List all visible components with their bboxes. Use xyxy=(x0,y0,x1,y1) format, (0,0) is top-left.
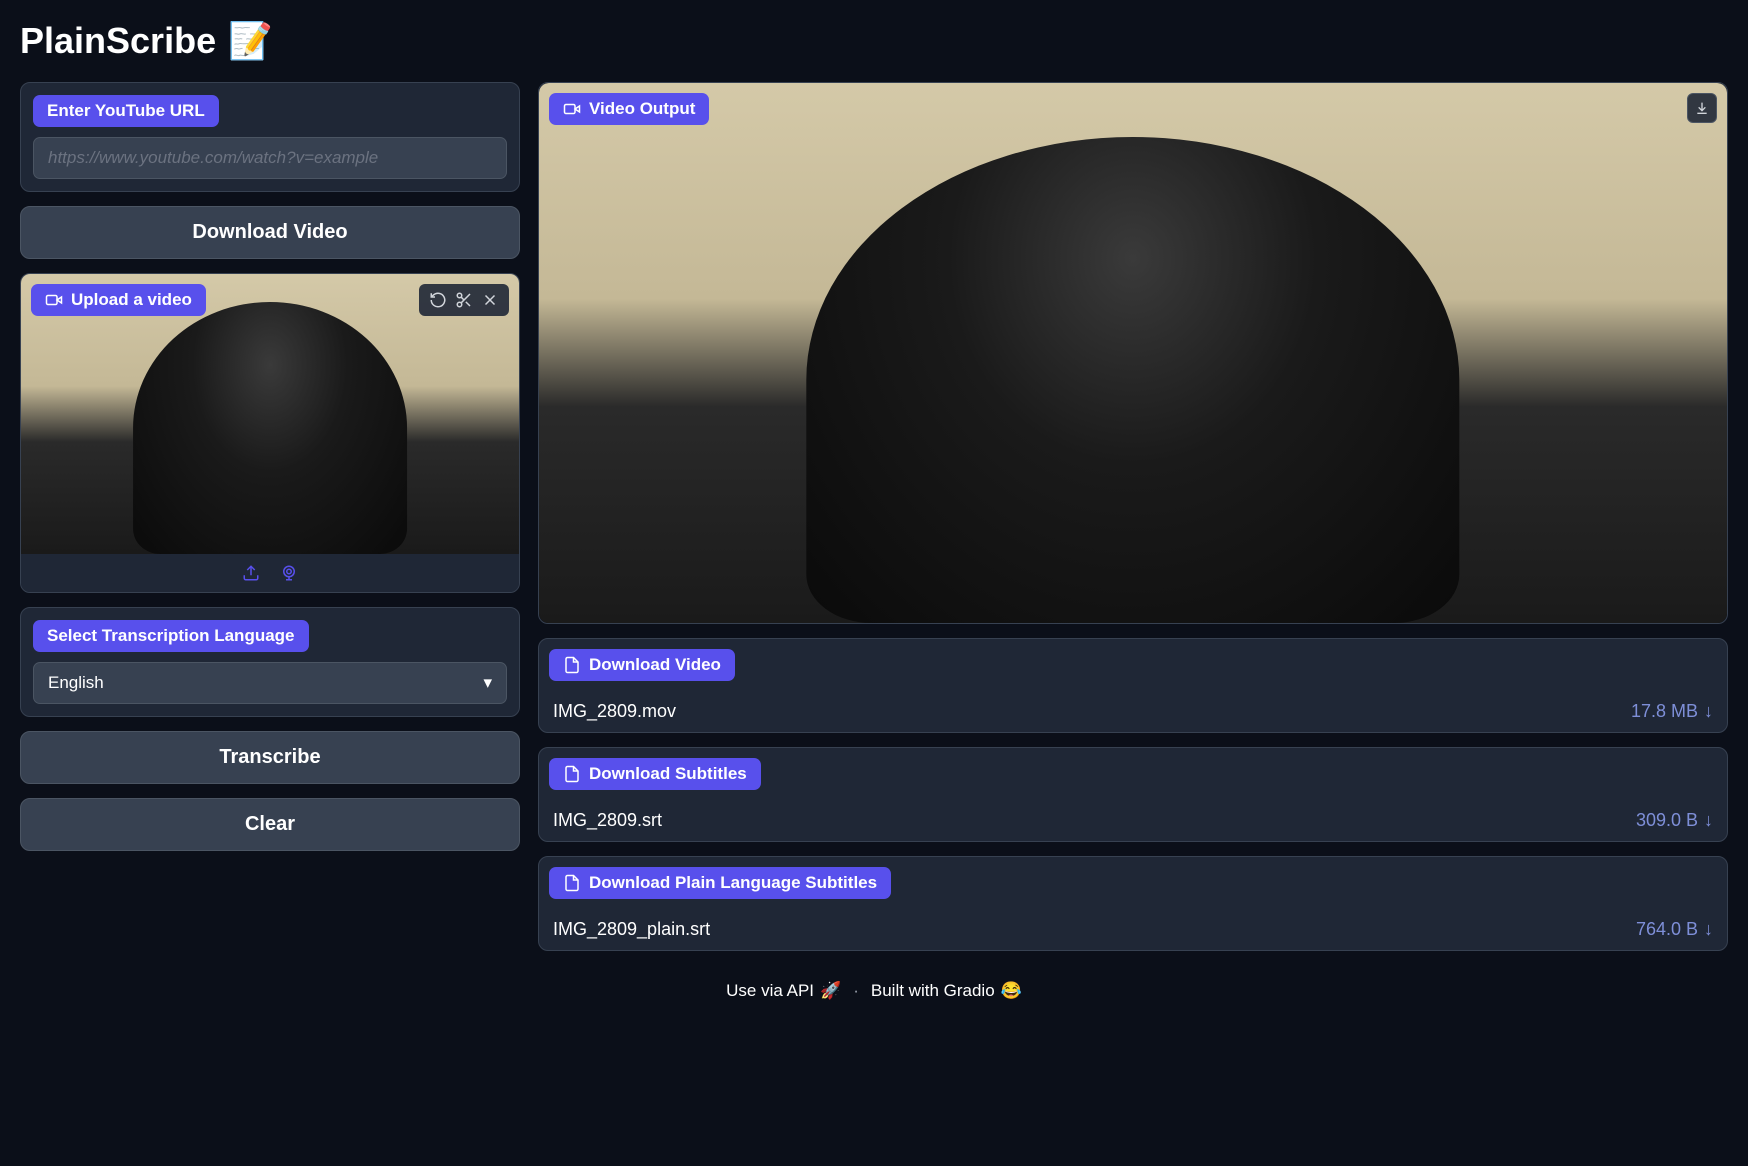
chevron-down-icon: ▾ xyxy=(483,673,492,693)
gradio-link-text: Built with Gradio xyxy=(871,981,995,1001)
video-source-toolbar xyxy=(21,554,519,592)
youtube-url-input[interactable] xyxy=(33,137,507,179)
video-edit-toolbar xyxy=(419,284,509,316)
close-icon[interactable] xyxy=(479,289,501,311)
download-video-button[interactable]: Download Video xyxy=(20,206,520,259)
video-output-label-text: Video Output xyxy=(589,99,695,119)
download-plain--subtitles-file-row[interactable]: IMG_2809_plain.srt 764.0 B ↓ xyxy=(539,909,1727,950)
dl-plain-size: 764.0 B ↓ xyxy=(1636,919,1713,940)
dl-srt-label-text: Download Subtitles xyxy=(589,764,747,784)
api-link-text: Use via API xyxy=(726,981,814,1001)
language-selected-value: English xyxy=(48,673,104,693)
dl-video-size: 17.8 MB ↓ xyxy=(1631,701,1713,722)
app-title: PlainScribe 📝 xyxy=(20,20,1728,62)
webcam-icon[interactable] xyxy=(280,564,298,582)
main-container: Enter YouTube URL Download Video Upload … xyxy=(20,82,1728,951)
transcribe-button[interactable]: Transcribe xyxy=(20,731,520,784)
scissors-icon[interactable] xyxy=(453,289,475,311)
url-input-panel: Enter YouTube URL xyxy=(20,82,520,192)
download-arrow-icon: ↓ xyxy=(1704,919,1713,940)
dl-srt-size-text: 309.0 B xyxy=(1636,810,1698,831)
undo-icon[interactable] xyxy=(427,289,449,311)
rocket-icon: 🚀 xyxy=(820,981,841,1001)
document-emoji-icon: 📝 xyxy=(228,20,273,62)
video-output-preview[interactable] xyxy=(539,83,1727,623)
dl-video-filename: IMG_2809.mov xyxy=(553,701,676,722)
video-camera-icon xyxy=(45,291,63,309)
download-subtitles-file-panel: Download Subtitles IMG_2809.srt 309.0 B … xyxy=(538,747,1728,842)
download-plain-subtitles-file-panel: Download Plain Language Subtitles IMG_28… xyxy=(538,856,1728,951)
upload-video-label: Upload a video xyxy=(31,284,206,316)
download-subtitles-file-row[interactable]: IMG_2809.srt 309.0 B ↓ xyxy=(539,800,1727,841)
language-select[interactable]: English ▾ xyxy=(33,662,507,704)
use-via-api-link[interactable]: Use via API 🚀 xyxy=(726,981,841,1001)
download-video-file-label: Download Video xyxy=(549,649,735,681)
url-label-text: Enter YouTube URL xyxy=(47,101,205,121)
video-output-label: Video Output xyxy=(549,93,709,125)
dl-plain-label-text: Download Plain Language Subtitles xyxy=(589,873,877,893)
language-select-label: Select Transcription Language xyxy=(33,620,309,652)
dl-video-label-text: Download Video xyxy=(589,655,721,675)
footer: Use via API 🚀 · Built with Gradio 😂 xyxy=(20,981,1728,1001)
language-select-panel: Select Transcription Language English ▾ xyxy=(20,607,520,717)
video-upload-preview[interactable] xyxy=(21,274,519,554)
dl-video-size-text: 17.8 MB xyxy=(1631,701,1698,722)
download-output-icon[interactable] xyxy=(1687,93,1717,123)
right-column: Video Output Download Video IMG_2809.mov… xyxy=(538,82,1728,951)
dl-srt-size: 309.0 B ↓ xyxy=(1636,810,1713,831)
download-arrow-icon: ↓ xyxy=(1704,810,1713,831)
file-icon xyxy=(563,765,581,783)
clear-button[interactable]: Clear xyxy=(20,798,520,851)
app-title-text: PlainScribe xyxy=(20,20,216,62)
dl-srt-filename: IMG_2809.srt xyxy=(553,810,662,831)
footer-separator: · xyxy=(853,981,859,1001)
file-icon xyxy=(563,656,581,674)
download-plain-subtitles-file-label: Download Plain Language Subtitles xyxy=(549,867,891,899)
upload-file-icon[interactable] xyxy=(242,564,260,582)
gradio-logo-icon: 😂 xyxy=(1001,981,1022,1001)
left-column: Enter YouTube URL Download Video Upload … xyxy=(20,82,520,951)
download-video-file-row[interactable]: IMG_2809.mov 17.8 MB ↓ xyxy=(539,691,1727,732)
download-video-file-panel: Download Video IMG_2809.mov 17.8 MB ↓ xyxy=(538,638,1728,733)
download-subtitles-file-label: Download Subtitles xyxy=(549,758,761,790)
url-input-label: Enter YouTube URL xyxy=(33,95,219,127)
dl-plain-size-text: 764.0 B xyxy=(1636,919,1698,940)
file-icon xyxy=(563,874,581,892)
video-upload-panel: Upload a video xyxy=(20,273,520,593)
video-content-placeholder xyxy=(806,137,1459,623)
built-with-gradio-link[interactable]: Built with Gradio 😂 xyxy=(871,981,1022,1001)
video-content-placeholder xyxy=(133,302,407,554)
upload-label-text: Upload a video xyxy=(71,290,192,310)
download-arrow-icon: ↓ xyxy=(1704,701,1713,722)
language-label-text: Select Transcription Language xyxy=(47,626,295,646)
video-camera-icon xyxy=(563,100,581,118)
video-output-panel: Video Output xyxy=(538,82,1728,624)
dl-plain-filename: IMG_2809_plain.srt xyxy=(553,919,710,940)
